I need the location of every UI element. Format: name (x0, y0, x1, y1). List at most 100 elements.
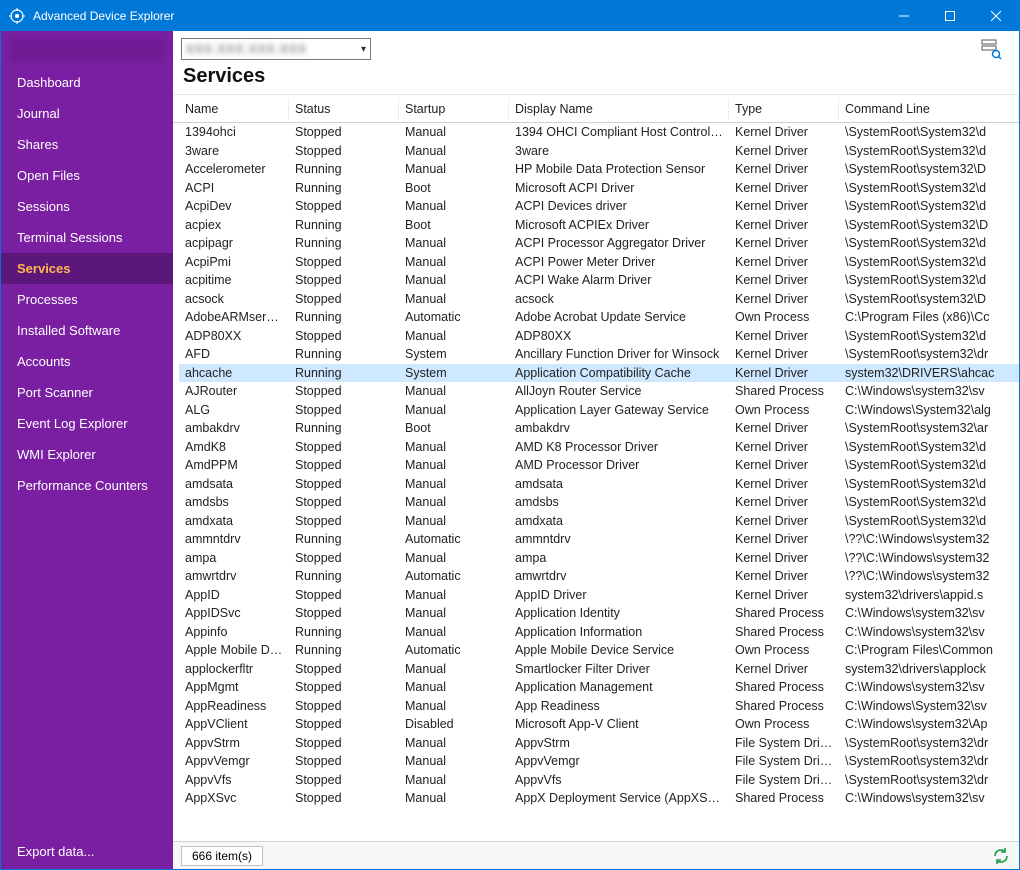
col-type[interactable]: Type (729, 98, 839, 120)
table-row[interactable]: acpiexRunningBootMicrosoft ACPIEx Driver… (179, 216, 1019, 235)
cell-cmd: C:\Windows\system32\sv (839, 383, 1019, 399)
table-row[interactable]: AccelerometerRunningManualHP Mobile Data… (179, 160, 1019, 179)
sidebar-item-processes[interactable]: Processes (1, 284, 173, 315)
table-row[interactable]: AppVClientStoppedDisabledMicrosoft App-V… (179, 715, 1019, 734)
sidebar-item-open-files[interactable]: Open Files (1, 160, 173, 191)
cell-startup: Manual (399, 679, 509, 695)
table-row[interactable]: AcpiPmiStoppedManualACPI Power Meter Dri… (179, 253, 1019, 272)
minimize-button[interactable] (881, 1, 927, 31)
cell-cmd: system32\drivers\applock (839, 661, 1019, 677)
col-cmd[interactable]: Command Line (839, 98, 1019, 120)
cell-status: Running (289, 235, 399, 251)
table-row[interactable]: AcpiDevStoppedManualACPI Devices driverK… (179, 197, 1019, 216)
table-row[interactable]: ahcacheRunningSystemApplication Compatib… (179, 364, 1019, 383)
sidebar-item-sessions[interactable]: Sessions (1, 191, 173, 222)
cell-cmd: \SystemRoot\System32\d (839, 457, 1019, 473)
table-row[interactable]: applockerfltrStoppedManualSmartlocker Fi… (179, 660, 1019, 679)
cell-status: Stopped (289, 291, 399, 307)
table-row[interactable]: ampaStoppedManualampaKernel Driver\??\C:… (179, 549, 1019, 568)
table-row[interactable]: acpipagrRunningManualACPI Processor Aggr… (179, 234, 1019, 253)
cell-startup: Automatic (399, 642, 509, 658)
col-status[interactable]: Status (289, 98, 399, 120)
table-row[interactable]: AppMgmtStoppedManualApplication Manageme… (179, 678, 1019, 697)
cell-status: Running (289, 642, 399, 658)
table-row[interactable]: ambakdrvRunningBootambakdrvKernel Driver… (179, 419, 1019, 438)
sidebar-item-journal[interactable]: Journal (1, 98, 173, 129)
table-row[interactable]: AppIDStoppedManualAppID DriverKernel Dri… (179, 586, 1019, 605)
table-row[interactable]: acpitimeStoppedManualACPI Wake Alarm Dri… (179, 271, 1019, 290)
maximize-button[interactable] (927, 1, 973, 31)
nav-list: DashboardJournalSharesOpen FilesSessions… (1, 67, 173, 501)
sidebar-item-installed-software[interactable]: Installed Software (1, 315, 173, 346)
table-row[interactable]: 3wareStoppedManual3wareKernel Driver\Sys… (179, 142, 1019, 161)
sidebar-item-terminal-sessions[interactable]: Terminal Sessions (1, 222, 173, 253)
cell-name: AcpiPmi (179, 254, 289, 270)
cell-display: Application Information (509, 624, 729, 640)
table-row[interactable]: amdxataStoppedManualamdxataKernel Driver… (179, 512, 1019, 531)
table-row[interactable]: amwrtdrvRunningAutomaticamwrtdrvKernel D… (179, 567, 1019, 586)
cell-cmd: \SystemRoot\system32\D (839, 161, 1019, 177)
col-name[interactable]: Name (179, 98, 289, 120)
sidebar-item-event-log-explorer[interactable]: Event Log Explorer (1, 408, 173, 439)
cell-name: AppID (179, 587, 289, 603)
cell-type: Own Process (729, 309, 839, 325)
col-display[interactable]: Display Name (509, 98, 729, 120)
target-combo[interactable]: XXX.XXX.XXX.XXX ▾ (181, 38, 371, 60)
cell-status: Stopped (289, 254, 399, 270)
table-row[interactable]: ADP80XXStoppedManualADP80XXKernel Driver… (179, 327, 1019, 346)
sidebar-item-shares[interactable]: Shares (1, 129, 173, 160)
table-row[interactable]: AppXSvcStoppedManualAppX Deployment Serv… (179, 789, 1019, 808)
table-row[interactable]: amdsataStoppedManualamdsataKernel Driver… (179, 475, 1019, 494)
sidebar-item-wmi-explorer[interactable]: WMI Explorer (1, 439, 173, 470)
cell-startup: Manual (399, 328, 509, 344)
export-data-link[interactable]: Export data... (1, 834, 173, 869)
server-search-icon[interactable] (979, 37, 1003, 61)
cell-cmd: \SystemRoot\System32\d (839, 328, 1019, 344)
cell-type: Kernel Driver (729, 328, 839, 344)
cell-type: Shared Process (729, 790, 839, 806)
cell-display: AllJoyn Router Service (509, 383, 729, 399)
cell-cmd: system32\drivers\appid.s (839, 587, 1019, 603)
sidebar-item-port-scanner[interactable]: Port Scanner (1, 377, 173, 408)
sidebar-item-performance-counters[interactable]: Performance Counters (1, 470, 173, 501)
table-row[interactable]: AppinfoRunningManualApplication Informat… (179, 623, 1019, 642)
col-startup[interactable]: Startup (399, 98, 509, 120)
table-row[interactable]: AppIDSvcStoppedManualApplication Identit… (179, 604, 1019, 623)
cell-type: Kernel Driver (729, 568, 839, 584)
table-row[interactable]: acsockStoppedManualacsockKernel Driver\S… (179, 290, 1019, 309)
table-row[interactable]: ALGStoppedManualApplication Layer Gatewa… (179, 401, 1019, 420)
main-panel: XXX.XXX.XXX.XXX ▾ Services Name Status S… (173, 31, 1019, 869)
table-row[interactable]: Apple Mobile De...RunningAutomaticApple … (179, 641, 1019, 660)
cell-status: Running (289, 420, 399, 436)
cell-name: AppIDSvc (179, 605, 289, 621)
sidebar-item-services[interactable]: Services (1, 253, 173, 284)
table-row[interactable]: ammntdrvRunningAutomaticammntdrvKernel D… (179, 530, 1019, 549)
cell-name: ALG (179, 402, 289, 418)
sidebar-item-dashboard[interactable]: Dashboard (1, 67, 173, 98)
table-row[interactable]: AmdPPMStoppedManualAMD Processor DriverK… (179, 456, 1019, 475)
table-row[interactable]: AppvVfsStoppedManualAppvVfsFile System D… (179, 771, 1019, 790)
refresh-button[interactable] (991, 846, 1011, 866)
cell-name: ADP80XX (179, 328, 289, 344)
sidebar-item-accounts[interactable]: Accounts (1, 346, 173, 377)
table-row[interactable]: amdsbsStoppedManualamdsbsKernel Driver\S… (179, 493, 1019, 512)
table-row[interactable]: AmdK8StoppedManualAMD K8 Processor Drive… (179, 438, 1019, 457)
table-row[interactable]: AppReadinessStoppedManualApp ReadinessSh… (179, 697, 1019, 716)
cell-cmd: \??\C:\Windows\system32 (839, 531, 1019, 547)
cell-cmd: C:\Windows\system32\sv (839, 679, 1019, 695)
close-button[interactable] (973, 1, 1019, 31)
table-row[interactable]: 1394ohciStoppedManual1394 OHCI Compliant… (179, 123, 1019, 142)
grid-body[interactable]: 1394ohciStoppedManual1394 OHCI Compliant… (173, 123, 1019, 841)
cell-status: Stopped (289, 143, 399, 159)
cell-status: Stopped (289, 124, 399, 140)
table-row[interactable]: AJRouterStoppedManualAllJoyn Router Serv… (179, 382, 1019, 401)
table-row[interactable]: AppvStrmStoppedManualAppvStrmFile System… (179, 734, 1019, 753)
item-count: 666 item(s) (181, 846, 263, 866)
table-row[interactable]: ACPIRunningBootMicrosoft ACPI DriverKern… (179, 179, 1019, 198)
cell-name: AcpiDev (179, 198, 289, 214)
table-row[interactable]: AppvVemgrStoppedManualAppvVemgrFile Syst… (179, 752, 1019, 771)
cell-status: Running (289, 531, 399, 547)
cell-type: Kernel Driver (729, 235, 839, 251)
table-row[interactable]: AFDRunningSystemAncillary Function Drive… (179, 345, 1019, 364)
table-row[interactable]: AdobeARMserviceRunningAutomaticAdobe Acr… (179, 308, 1019, 327)
